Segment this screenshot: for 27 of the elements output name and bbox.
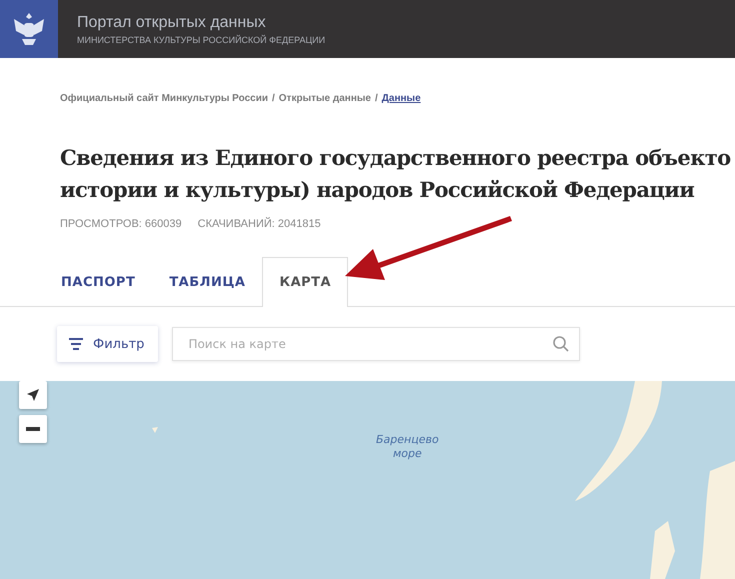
stat-counter: ПРОСМОТРОВ: 660039 xyxy=(60,218,182,230)
breadcrumb-separator: / xyxy=(374,93,378,104)
portal-title[interactable]: Портал открытых данных xyxy=(77,14,326,32)
page-title: Сведения из Единого государственного реестра объекто xyxy=(60,144,731,172)
islet-drawing xyxy=(152,427,158,433)
tab[interactable]: ТАБЛИЦА xyxy=(152,257,262,307)
sea-label: Баренцево xyxy=(376,433,439,447)
breadcrumb-link[interactable]: Данные xyxy=(382,93,421,104)
tab[interactable]: КАРТА xyxy=(262,257,348,307)
zoom-out-button[interactable] xyxy=(19,415,47,443)
breadcrumb-separator: / xyxy=(272,93,275,104)
search-field[interactable]: Поиск на карте xyxy=(172,327,580,361)
navigation-arrow-icon xyxy=(26,388,40,402)
breadcrumb-link[interactable]: Открытые данные xyxy=(278,93,371,104)
search-icon xyxy=(553,336,570,352)
tab[interactable]: ПАСПОРТ xyxy=(44,257,152,307)
page-title: истории и культуры) народов Российской Федерации xyxy=(60,176,694,204)
breadcrumb-link[interactable]: Официальный сайт Минкультуры России xyxy=(60,93,268,104)
minus-icon xyxy=(26,427,40,431)
filter-icon xyxy=(69,338,83,350)
portal-subtitle: МИНИСТЕРСТВА КУЛЬТУРЫ РОССИЙСКОЙ ФЕДЕРАЦИИ xyxy=(77,34,326,44)
filter-button[interactable]: Фильтр xyxy=(57,326,158,362)
island-drawing xyxy=(650,521,675,579)
stat-counter: СКАЧИВАНИЙ: 2041815 xyxy=(198,218,321,230)
sea-label: море xyxy=(392,447,422,461)
locate-button[interactable] xyxy=(19,381,47,409)
emblem-logo[interactable] xyxy=(0,0,58,58)
